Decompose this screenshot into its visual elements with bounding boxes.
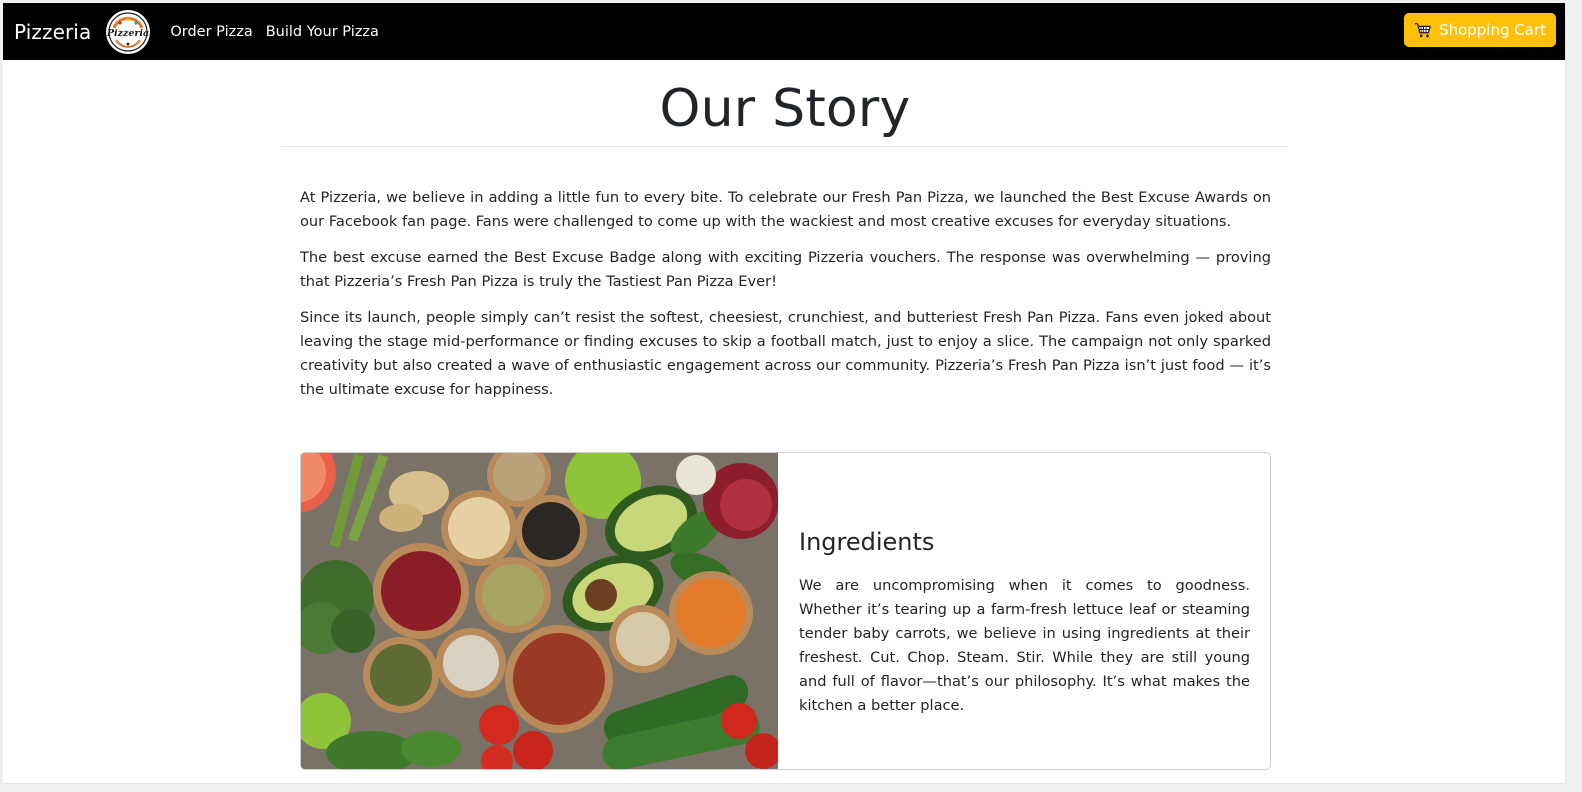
pizzeria-logo-icon: Pizzeria (106, 10, 150, 53)
page-frame: Pizzeria Pizzeria Order Pizza Build Your… (3, 3, 1566, 784)
story-paragraph: Since its launch, people simply can’t re… (300, 309, 1271, 398)
cart-icon (1414, 23, 1431, 38)
nav-order-pizza[interactable]: Order Pizza (170, 24, 252, 40)
page-title: Our Story (659, 79, 911, 139)
nav-links: Order Pizza Build Your Pizza (170, 24, 392, 40)
ingredients-text: We are uncompromising when it comes to g… (799, 577, 1250, 714)
ingredients-card: Ingredients We are uncompromising when i… (300, 452, 1271, 770)
ingredients-image (301, 453, 778, 769)
story-paragraph: The best excuse earned the Best Excuse B… (300, 249, 1271, 290)
ingredients-title: Ingredients (799, 528, 935, 556)
ingredients-photo-icon (301, 453, 778, 769)
title-divider (281, 146, 1289, 147)
shopping-cart-label: Shopping Cart (1439, 21, 1546, 39)
nav-build-your-pizza[interactable]: Build Your Pizza (266, 24, 379, 40)
story-section: At Pizzeria, we believe in adding a litt… (300, 186, 1271, 414)
logo-wordmark: Pizzeria (106, 28, 149, 39)
shopping-cart-button[interactable]: Shopping Cart (1404, 13, 1556, 47)
story-paragraph: At Pizzeria, we believe in adding a litt… (300, 189, 1271, 230)
pizzeria-logo[interactable]: Pizzeria (106, 9, 151, 54)
top-navbar: Pizzeria Pizzeria Order Pizza Build Your… (3, 3, 1565, 60)
ingredients-card-body: Ingredients We are uncompromising when i… (778, 453, 1270, 769)
brand-link[interactable]: Pizzeria (14, 20, 91, 44)
